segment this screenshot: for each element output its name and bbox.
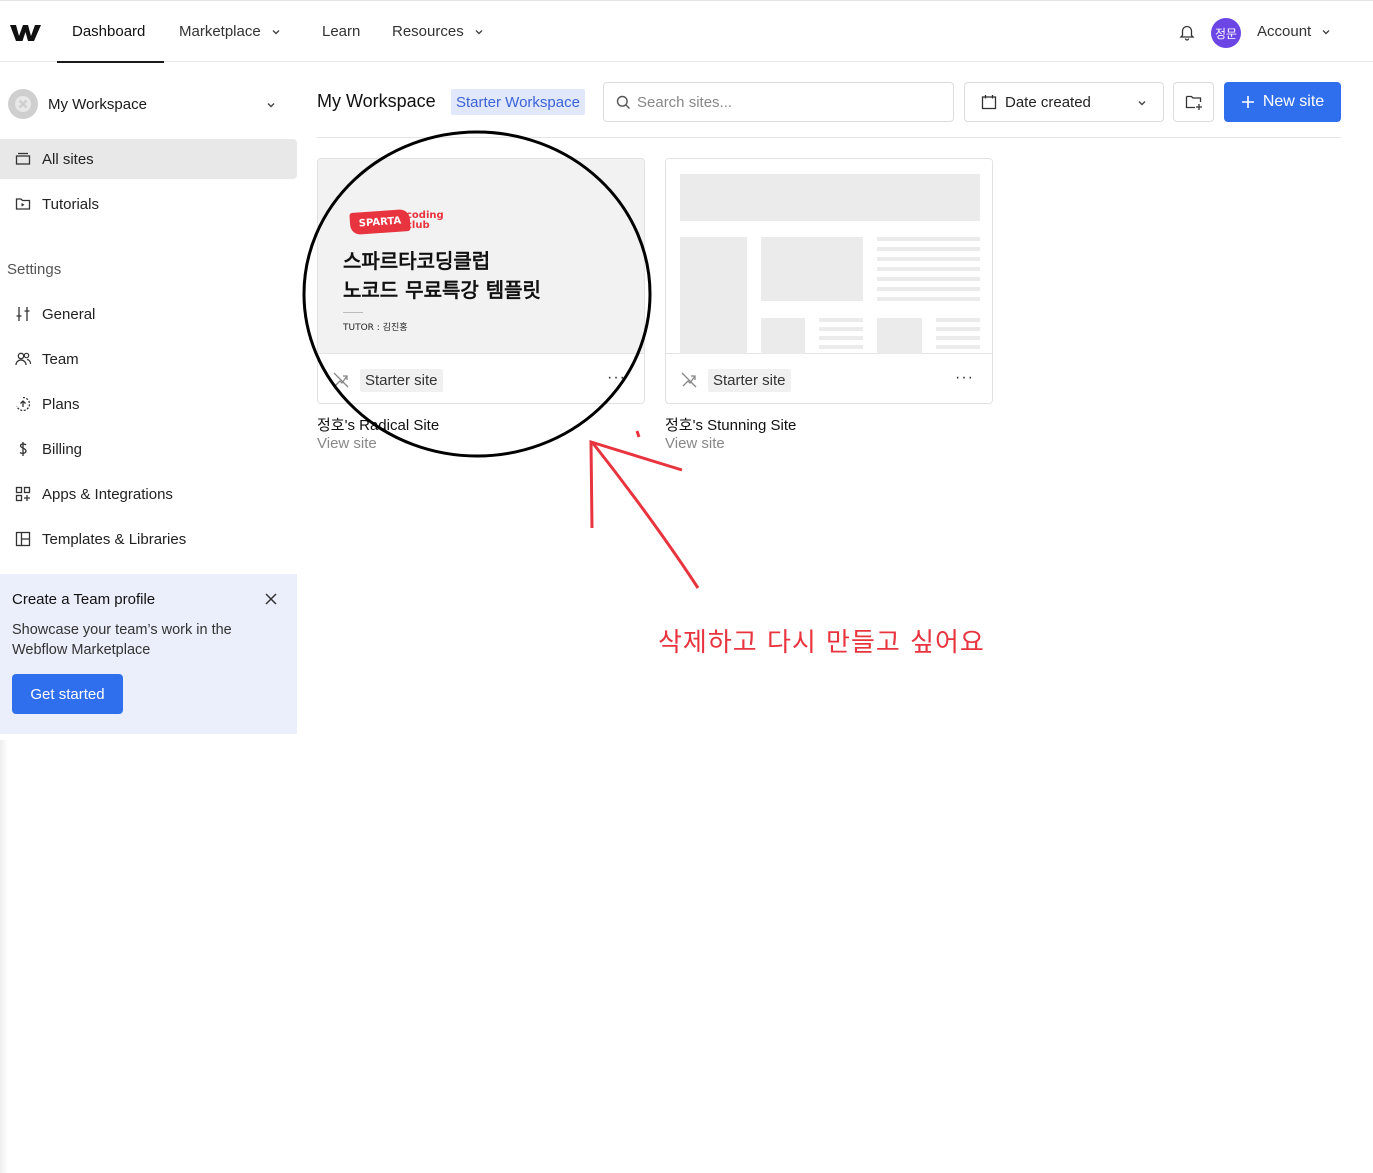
starter-site-tag: Starter site (360, 368, 443, 392)
plans-icon (16, 396, 31, 412)
search-icon (616, 95, 630, 109)
sidebar-item-tutorials[interactable]: Tutorials (0, 184, 297, 224)
new-folder-button[interactable] (1173, 82, 1214, 122)
team-profile-promo: Create a Team profile Showcase your team… (0, 574, 297, 734)
sidebar-item-label: General (42, 305, 96, 323)
starter-site-tag: Starter site (708, 368, 791, 392)
close-icon[interactable] (264, 592, 278, 606)
folder-add-icon (1185, 95, 1202, 110)
search-input[interactable] (637, 93, 937, 111)
nav-marketplace-label: Marketplace (179, 23, 261, 40)
placeholder-wireframe (680, 174, 980, 354)
templates-icon (15, 531, 31, 547)
promo-text: Showcase your team’s work in the Webflow… (12, 622, 232, 658)
view-site-link[interactable]: View site (665, 435, 725, 452)
bell-icon[interactable] (1178, 23, 1196, 41)
annotation-text: 삭제하고 다시 만들고 싶어요 (658, 628, 985, 658)
new-site-button[interactable]: New site (1224, 82, 1341, 122)
workspace-icon (8, 89, 38, 119)
webflow-logo-icon[interactable] (10, 23, 42, 43)
more-options-icon[interactable]: ··· (607, 369, 626, 387)
thumbnail-title: 스파르타코딩클럽 노코드 무료특강 템플릿 (343, 247, 541, 305)
sidebar-item-label: Apps & Integrations (42, 485, 173, 503)
unpublished-icon (333, 372, 349, 388)
users-icon (15, 352, 32, 366)
calendar-icon (981, 95, 997, 110)
sparta-logo: SPARTA (349, 208, 411, 236)
account-label: Account (1257, 23, 1312, 40)
nav-learn[interactable]: Learn (322, 23, 360, 40)
card-footer: Starter site ··· (666, 355, 992, 403)
card-footer: Starter site ··· (318, 355, 644, 403)
top-navigation: Dashboard Marketplace Learn Resources 정문… (0, 0, 1373, 63)
annotation-arrow-shaft (590, 441, 700, 589)
site-thumbnail[interactable] (666, 159, 992, 354)
chevron-down-icon (1138, 101, 1146, 106)
sliders-icon (16, 307, 30, 321)
sidebar-item-label: All sites (42, 150, 94, 168)
sidebar-item-all-sites[interactable]: All sites (0, 139, 297, 179)
chevron-down-icon (267, 103, 275, 108)
annotation-arrow-head (589, 439, 683, 529)
sidebar-edge-shade (0, 740, 8, 1173)
site-card[interactable]: Starter site ··· (665, 158, 993, 404)
plus-icon (1241, 96, 1254, 108)
workspace-x-icon (15, 96, 31, 112)
sidebar-item-label: Plans (42, 395, 80, 413)
promo-title: Create a Team profile (12, 591, 156, 608)
thumbnail-title-line: 노코드 무료특강 템플릿 (343, 278, 541, 302)
club-text: club (406, 220, 430, 231)
nav-dashboard-label: Dashboard (72, 23, 146, 40)
get-started-button[interactable]: Get started (12, 674, 123, 714)
view-site-link[interactable]: View site (317, 435, 377, 452)
more-options-icon[interactable]: ··· (955, 369, 974, 387)
sidebar-item-templates-libraries[interactable]: Templates & Libraries (0, 519, 297, 559)
chevron-down-icon (272, 29, 280, 34)
site-card[interactable]: SPARTA coding club 스파르타코딩클럽 노코드 무료특강 템플릿… (317, 158, 645, 404)
header-divider (317, 137, 1341, 138)
tutorial-icon (15, 198, 31, 210)
sidebar-item-label: Tutorials (42, 195, 99, 213)
nav-dashboard[interactable]: Dashboard (72, 23, 145, 40)
nav-resources[interactable]: Resources (392, 23, 484, 40)
workspace-plan-badge[interactable]: Starter Workspace (451, 89, 585, 115)
sidebar-item-plans[interactable]: Plans (0, 384, 297, 424)
dollar-icon (19, 442, 27, 456)
site-name[interactable]: 정호's Stunning Site (665, 414, 796, 435)
page-title: My Workspace (317, 91, 436, 111)
sort-label: Date created (1005, 93, 1091, 111)
search-field[interactable] (603, 82, 954, 122)
new-site-label: New site (1262, 93, 1325, 110)
sidebar-item-billing[interactable]: Billing (0, 429, 297, 469)
chevron-down-icon (1322, 29, 1330, 34)
settings-heading: Settings (7, 261, 62, 278)
sidebar: My Workspace All sites Tutorials Setting… (0, 63, 305, 1173)
avatar-initials: 정문 (1214, 26, 1238, 41)
sidebar-item-label: Team (42, 350, 79, 368)
coding-club-text: coding club (406, 211, 444, 231)
sidebar-item-general[interactable]: General (0, 294, 297, 334)
thumbnail-tutor: TUTOR : 김진홍 (343, 323, 408, 333)
unpublished-icon (681, 372, 697, 388)
site-thumbnail[interactable]: SPARTA coding club 스파르타코딩클럽 노코드 무료특강 템플릿… (318, 159, 644, 354)
apps-icon (15, 486, 31, 502)
account-menu[interactable]: Account (1257, 23, 1331, 40)
sidebar-item-label: Billing (42, 440, 83, 458)
nav-learn-label: Learn (322, 23, 361, 40)
thumbnail-divider (343, 312, 363, 313)
chevron-down-icon (475, 29, 483, 34)
avatar[interactable]: 정문 (1211, 18, 1241, 48)
sidebar-item-apps-integrations[interactable]: Apps & Integrations (0, 474, 297, 514)
sidebar-item-label: Templates & Libraries (42, 530, 187, 548)
nav-resources-label: Resources (392, 23, 464, 40)
workspace-switcher[interactable]: My Workspace (8, 88, 288, 120)
thumbnail-title-line: 스파르타코딩클럽 (343, 249, 491, 273)
sort-dropdown[interactable]: Date created (964, 82, 1164, 122)
sidebar-item-team[interactable]: Team (0, 339, 297, 379)
annotation-dot (635, 430, 641, 438)
site-name[interactable]: 정호's Radical Site (317, 414, 439, 435)
layers-icon (15, 152, 31, 165)
workspace-name: My Workspace (48, 95, 147, 113)
nav-marketplace[interactable]: Marketplace (179, 23, 281, 40)
